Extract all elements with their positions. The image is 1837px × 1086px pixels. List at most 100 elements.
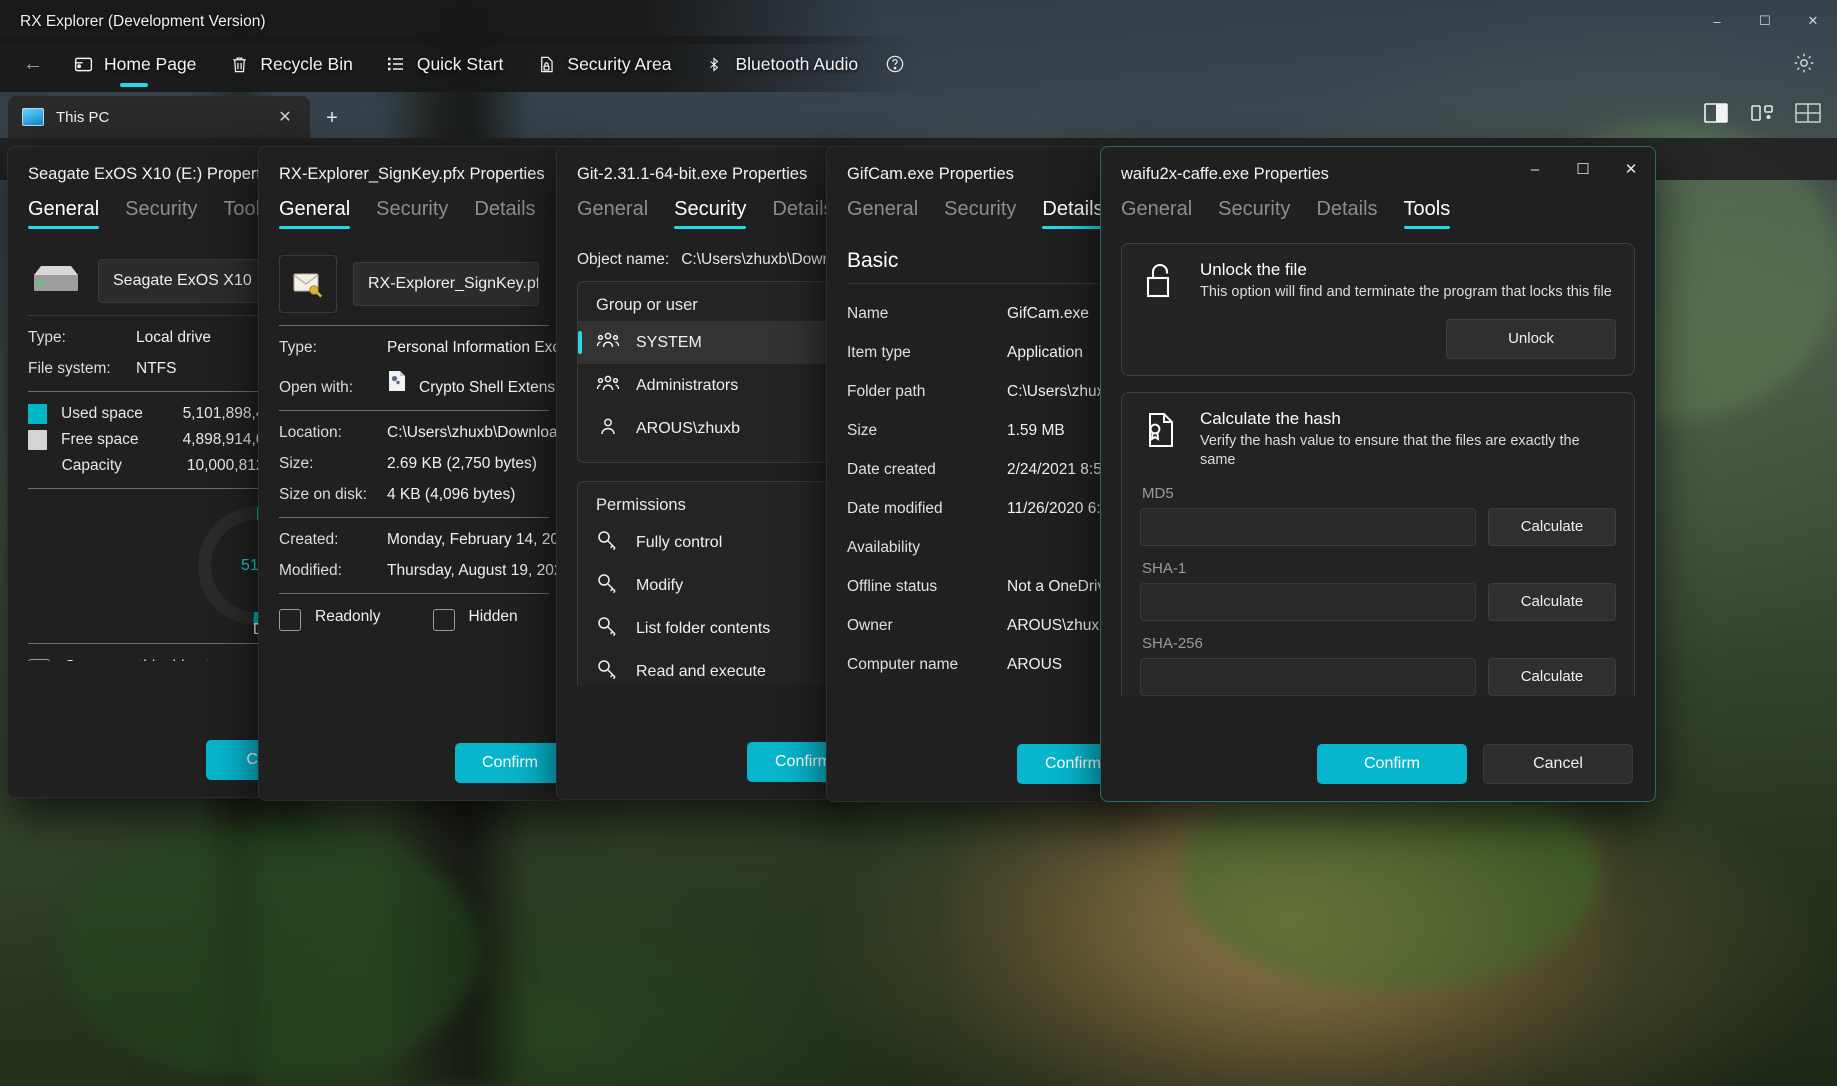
gear-icon[interactable] — [1787, 46, 1821, 80]
pfx-openwith-row: Open with: Crypto Shell Extensions — [279, 370, 569, 397]
sha1-calculate-button[interactable]: Calculate — [1488, 582, 1616, 621]
dialog-tabs: General Security Details Tools — [1101, 184, 1655, 231]
tab-general[interactable]: General — [1121, 198, 1192, 231]
tab-details[interactable]: Details — [474, 198, 535, 231]
tab-details[interactable]: Details — [772, 198, 833, 231]
detail-key: Size — [847, 422, 878, 439]
nav-label: Bluetooth Audio — [735, 53, 859, 74]
user-icon — [596, 416, 620, 441]
drive-filesystem-row: File system: NTFS — [28, 360, 286, 378]
layout-grid-icon[interactable] — [1793, 100, 1823, 126]
md5-input[interactable] — [1140, 507, 1476, 546]
section-basic: Basic — [847, 249, 899, 272]
dialog-tabs: General Security Details — [557, 184, 855, 231]
row-key: Location: — [279, 424, 342, 441]
row-value: 4 KB (4,096 bytes) — [387, 486, 516, 503]
detail-row-date-modified: Date modified 11/26/2020 6:22: — [847, 500, 1122, 518]
dialog-gifcam-properties[interactable]: GifCam.exe Properties General Security D… — [826, 146, 1126, 802]
layout-columns-icon[interactable] — [1747, 100, 1777, 126]
pfx-created-row: Created: Monday, February 14, 2022 1: — [279, 531, 569, 549]
group-or-user-card: Group or user SYSTEM Administrators AROU… — [577, 281, 835, 463]
permission-item-read-and-execute[interactable]: Read and execute — [578, 650, 834, 686]
key-icon — [596, 658, 620, 685]
compress-drive-checkbox[interactable] — [28, 659, 50, 661]
file-name-input[interactable]: RX-Explorer_SignKey.pfx — [353, 262, 539, 306]
disk-usage-donut: 51% Drive E: — [28, 501, 306, 638]
md5-calculate-button[interactable]: Calculate — [1488, 507, 1616, 546]
tab-security[interactable]: Security — [125, 198, 197, 231]
close-icon[interactable]: ✕ — [274, 107, 296, 127]
permission-item-list-folder-contents[interactable]: List folder contents — [578, 607, 834, 650]
certificate-file-icon — [279, 255, 337, 313]
split-pane-icon[interactable] — [1701, 100, 1731, 126]
nav-item-quick-start[interactable]: Quick Start — [371, 45, 518, 83]
unlock-icon — [1140, 260, 1182, 302]
key-icon — [596, 529, 620, 556]
tab-details[interactable]: Details — [1042, 198, 1104, 231]
hidden-checkbox[interactable] — [432, 609, 455, 631]
tab-security[interactable]: Security — [376, 198, 448, 231]
group-item-system[interactable]: SYSTEM — [578, 321, 834, 364]
permission-label: List folder contents — [636, 619, 771, 637]
cancel-button[interactable]: Cancel — [1483, 744, 1633, 784]
used-space-swatch — [28, 404, 47, 424]
compress-drive-checkbox-row[interactable]: Compress this drive to save disk — [28, 658, 286, 661]
nav-label: Home Page — [104, 53, 197, 74]
dialog-waifu2x-properties[interactable]: waifu2x-caffe.exe Properties – ☐ ✕ Gener… — [1100, 146, 1656, 802]
nav-item-home-page[interactable]: Home Page — [58, 45, 210, 83]
dialog-git-properties[interactable]: Git-2.31.1-64-bit.exe Properties General… — [556, 146, 856, 800]
tab-security[interactable]: Security — [1218, 198, 1290, 231]
row-key: Type: — [279, 339, 317, 356]
checkbox-label: Readonly — [315, 608, 381, 625]
unlock-file-card: Unlock the file This option will find an… — [1121, 243, 1635, 376]
dialog-footer: Confirm Cancel — [1101, 727, 1655, 801]
tab-tools[interactable]: Tools — [1403, 198, 1450, 231]
group-item-administrators[interactable]: Administrators — [578, 364, 834, 407]
add-tab-button[interactable]: + — [312, 98, 352, 138]
nav-item-security-area[interactable]: Security Area — [521, 45, 685, 83]
tab-security[interactable]: Security — [944, 198, 1016, 231]
question-circle-icon[interactable] — [880, 49, 910, 79]
dialog-title: RX-Explorer_SignKey.pfx Properties — [279, 165, 545, 183]
tab-general[interactable]: General — [577, 198, 648, 231]
readonly-checkbox-row[interactable]: Readonly — [279, 608, 381, 631]
maximize-icon[interactable]: ☐ — [1559, 147, 1607, 191]
detail-row-date-created: Date created 2/24/2021 8:54:5 — [847, 461, 1123, 479]
back-arrow-icon[interactable]: ← — [12, 43, 54, 85]
sha1-input[interactable] — [1140, 582, 1476, 621]
detail-value: 1.59 MB — [1007, 422, 1065, 439]
tab-details[interactable]: Details — [1316, 198, 1377, 231]
permissions-title: Permissions — [596, 496, 686, 514]
drive-name-input[interactable]: Seagate ExOS X10 — [98, 259, 278, 303]
group-icon — [596, 373, 620, 398]
bluetooth-icon — [703, 53, 725, 75]
object-name-label: Object name: — [577, 251, 670, 268]
permission-item-modify[interactable]: Modify — [578, 564, 834, 607]
dialog-pfx-properties[interactable]: RX-Explorer_SignKey.pfx Properties Gener… — [258, 146, 570, 801]
close-icon[interactable]: ✕ — [1607, 147, 1655, 191]
screen: RX Explorer (Development Version) – ☐ ✕ … — [0, 0, 1837, 1086]
confirm-button[interactable]: Confirm — [1317, 744, 1467, 784]
nav-item-bluetooth-audio[interactable]: Bluetooth Audio — [689, 45, 872, 83]
group-item-arous-zhuxb[interactable]: AROUS\zhuxb — [578, 407, 834, 450]
group-icon — [596, 330, 620, 355]
detail-row-owner: Owner AROUS\zhuxb — [847, 617, 1108, 635]
sha256-calculate-button[interactable]: Calculate — [1488, 657, 1616, 696]
tab-security[interactable]: Security — [674, 198, 747, 231]
tab-general[interactable]: General — [847, 198, 918, 231]
row-value: 2.69 KB (2,750 bytes) — [387, 455, 537, 472]
minimize-icon[interactable]: – — [1511, 147, 1559, 191]
checkbox-label: Compress this drive to save disk — [64, 658, 286, 661]
confirm-button[interactable]: Confirm — [455, 743, 565, 783]
readonly-checkbox[interactable] — [279, 609, 301, 631]
unlock-button[interactable]: Unlock — [1446, 318, 1616, 359]
tab-general[interactable]: General — [279, 198, 351, 231]
detail-key: Date created — [847, 461, 936, 478]
hidden-checkbox-row[interactable]: Hidden — [432, 608, 518, 631]
permission-item-fully-control[interactable]: Fully control — [578, 521, 834, 564]
sha256-input[interactable] — [1140, 657, 1476, 696]
object-name-row: Object name: C:\Users\zhuxb\Downl — [577, 251, 835, 269]
tab-general[interactable]: General — [28, 198, 100, 231]
nav-item-recycle-bin[interactable]: Recycle Bin — [214, 45, 366, 83]
tab-this-pc[interactable]: This PC ✕ — [8, 96, 310, 138]
